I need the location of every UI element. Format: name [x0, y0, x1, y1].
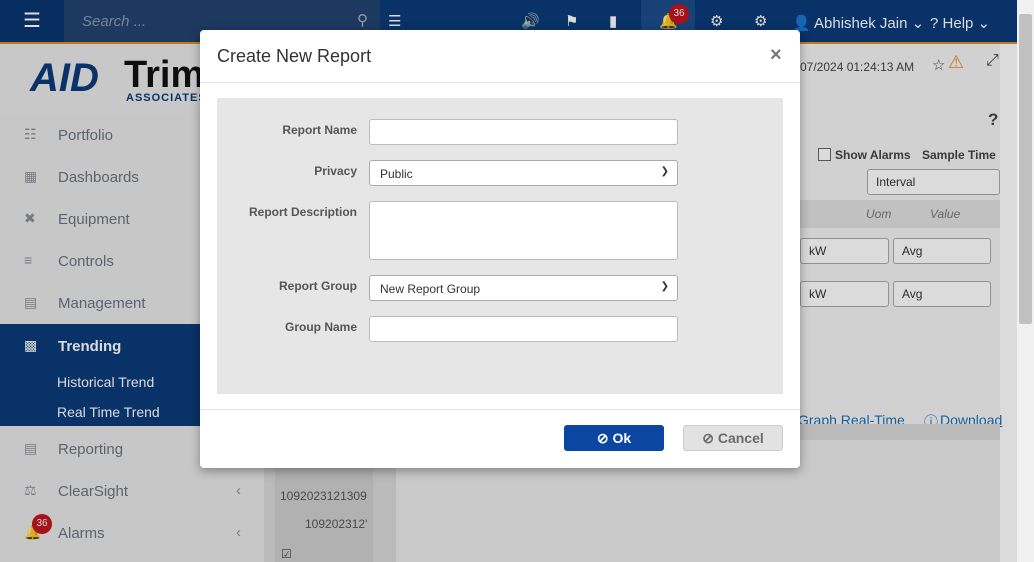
group-name-label: Group Name	[284, 320, 357, 334]
create-report-modal: Create New Report × Report Name Privacy …	[200, 30, 800, 468]
chevron-down-icon: ❯	[660, 166, 669, 177]
report-name-input[interactable]	[369, 119, 678, 145]
report-group-value: New Report Group	[380, 282, 481, 296]
report-group-label: Report Group	[279, 279, 357, 293]
privacy-label: Privacy	[314, 164, 357, 178]
chevron-down-icon: ❯	[660, 281, 669, 292]
divider	[200, 82, 800, 83]
report-form: Report Name Privacy Public ❯ Report Desc…	[217, 98, 783, 394]
scroll-thumb[interactable]	[1019, 14, 1032, 324]
privacy-value: Public	[380, 167, 413, 181]
ban-icon: ⊘	[702, 430, 714, 446]
privacy-select[interactable]: Public ❯	[369, 160, 678, 186]
modal-title: Create New Report	[217, 46, 372, 66]
report-description-textarea[interactable]	[369, 201, 678, 260]
cancel-label: Cancel	[717, 430, 764, 446]
ok-label: Ok	[612, 430, 632, 446]
cancel-button[interactable]: ⊘ Cancel	[683, 425, 783, 451]
ok-button[interactable]: ⊘ Ok	[564, 425, 664, 451]
report-description-label: Report Description	[248, 205, 357, 219]
report-name-label: Report Name	[282, 123, 357, 137]
report-group-select[interactable]: New Report Group ❯	[369, 275, 678, 301]
divider	[200, 409, 800, 410]
close-icon[interactable]: ×	[770, 44, 782, 67]
check-circle-icon: ⊘	[596, 430, 609, 446]
group-name-input[interactable]	[369, 316, 678, 342]
